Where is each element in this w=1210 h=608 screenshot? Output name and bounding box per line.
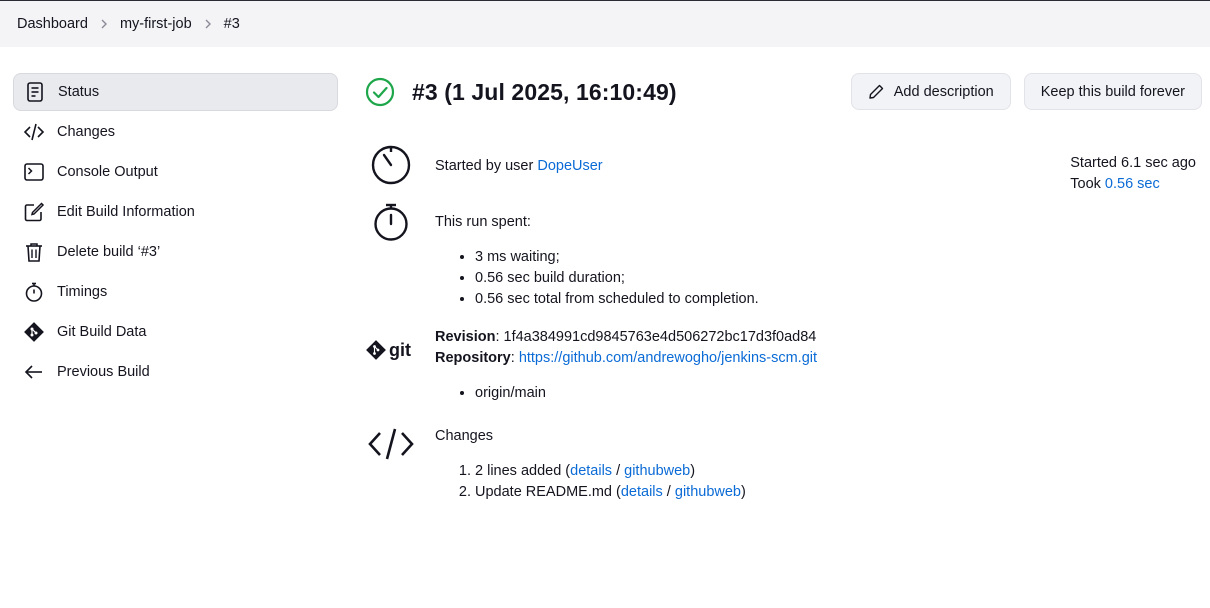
took-label: Took xyxy=(1070,176,1105,192)
keep-forever-button[interactable]: Keep this build forever xyxy=(1023,73,1202,110)
repository-label: Repository xyxy=(435,350,511,366)
revision-hash: 1f4a384991cd9845763e4d506272bc17d3f0ad84 xyxy=(503,329,817,345)
sidebar-item-edit-build-information[interactable]: Edit Build Information xyxy=(13,193,338,231)
sidebar-item-previous-build[interactable]: Previous Build xyxy=(13,353,338,391)
chevron-right-icon xyxy=(88,19,120,29)
list-item: origin/main xyxy=(475,383,817,404)
run-spent-section: This run spent: 3 ms waiting; 0.56 sec b… xyxy=(364,202,759,310)
add-description-label: Add description xyxy=(893,83,994,100)
stopwatch-icon xyxy=(23,281,45,303)
sidebar-item-timings[interactable]: Timings xyxy=(13,273,338,311)
took-link[interactable]: 0.56 sec xyxy=(1105,176,1160,192)
sidebar-item-status[interactable]: Status xyxy=(13,73,338,111)
git-logo-text: git xyxy=(389,340,411,360)
sidebar-item-label: Git Build Data xyxy=(57,324,147,340)
changes-list: 2 lines added (details / githubweb) Upda… xyxy=(475,461,746,503)
githubweb-link[interactable]: githubweb xyxy=(624,463,690,479)
sidebar-item-delete-build[interactable]: Delete build ‘#3’ xyxy=(13,233,338,271)
sidebar-item-console-output[interactable]: Console Output xyxy=(13,153,338,191)
header-actions: Add description Keep this build forever xyxy=(850,73,1202,110)
sidebar: Status Changes Console Output Edit Build… xyxy=(13,73,338,393)
git-section: git Revision: 1f4a384991cd9845763e4d5062… xyxy=(364,327,817,404)
success-icon xyxy=(365,77,395,107)
pencil-icon xyxy=(869,84,883,99)
changes-label: Changes xyxy=(435,428,494,444)
run-spent-label: This run spent: xyxy=(435,214,531,230)
add-description-button[interactable]: Add description xyxy=(850,73,1011,110)
list-item: 2 lines added (details / githubweb) xyxy=(475,461,746,482)
breadcrumb: Dashboard my-first-job #3 xyxy=(0,0,1210,47)
branch-list: origin/main xyxy=(475,383,817,404)
sidebar-item-git-build-data[interactable]: Git Build Data xyxy=(13,313,338,351)
page-title: #3 (1 Jul 2025, 16:10:49) xyxy=(412,78,677,105)
sidebar-item-label: Timings xyxy=(57,284,108,300)
sidebar-item-changes[interactable]: Changes xyxy=(13,113,338,151)
stopwatch-icon xyxy=(364,202,418,310)
list-item: 0.56 sec build duration; xyxy=(475,268,759,289)
arrow-left-icon xyxy=(23,361,45,383)
git-icon xyxy=(23,321,45,343)
page-header: #3 (1 Jul 2025, 16:10:49) Add descriptio… xyxy=(364,72,1204,112)
started-ago: Started 6.1 sec ago xyxy=(1070,155,1196,171)
sidebar-item-label: Delete build ‘#3’ xyxy=(57,244,161,260)
details-link[interactable]: details xyxy=(621,484,663,500)
git-logo-icon: git xyxy=(364,327,418,404)
user-link[interactable]: DopeUser xyxy=(537,158,602,174)
sidebar-item-label: Edit Build Information xyxy=(57,204,195,220)
main-content: #3 (1 Jul 2025, 16:10:49) Add descriptio… xyxy=(364,72,1204,500)
code-icon xyxy=(23,121,45,143)
list-item: 3 ms waiting; xyxy=(475,247,759,268)
change-text: 2 lines added xyxy=(475,463,562,479)
document-icon xyxy=(24,81,46,103)
code-icon xyxy=(364,424,418,503)
breadcrumb-job[interactable]: my-first-job xyxy=(120,16,192,32)
list-item: 0.56 sec total from scheduled to complet… xyxy=(475,289,759,310)
sidebar-item-label: Changes xyxy=(57,124,116,140)
breadcrumb-build[interactable]: #3 xyxy=(224,16,240,32)
chevron-right-icon xyxy=(192,19,224,29)
breadcrumb-dashboard[interactable]: Dashboard xyxy=(17,16,88,32)
edit-icon xyxy=(23,201,45,223)
build-timing-summary: Started 6.1 sec ago Took 0.56 sec xyxy=(1070,153,1196,195)
repository-link[interactable]: https://github.com/andrewogho/jenkins-sc… xyxy=(519,350,817,366)
terminal-icon xyxy=(23,161,45,183)
githubweb-link[interactable]: githubweb xyxy=(675,484,741,500)
list-item: Update README.md (details / githubweb) xyxy=(475,482,746,503)
change-text: Update README.md xyxy=(475,484,612,500)
sidebar-item-label: Status xyxy=(58,84,100,100)
changes-section: Changes 2 lines added (details / githubw… xyxy=(364,424,746,503)
sidebar-item-label: Console Output xyxy=(57,164,158,180)
keep-forever-label: Keep this build forever xyxy=(1040,83,1185,100)
trash-icon xyxy=(23,241,45,263)
run-spent-list: 3 ms waiting; 0.56 sec build duration; 0… xyxy=(475,247,759,310)
sidebar-item-label: Previous Build xyxy=(57,364,150,380)
revision-label: Revision xyxy=(435,329,496,345)
clock-icon xyxy=(364,144,418,186)
details-link[interactable]: details xyxy=(570,463,612,479)
started-by-section: Started by user DopeUser xyxy=(364,144,603,186)
started-by-prefix: Started by user xyxy=(435,158,538,174)
